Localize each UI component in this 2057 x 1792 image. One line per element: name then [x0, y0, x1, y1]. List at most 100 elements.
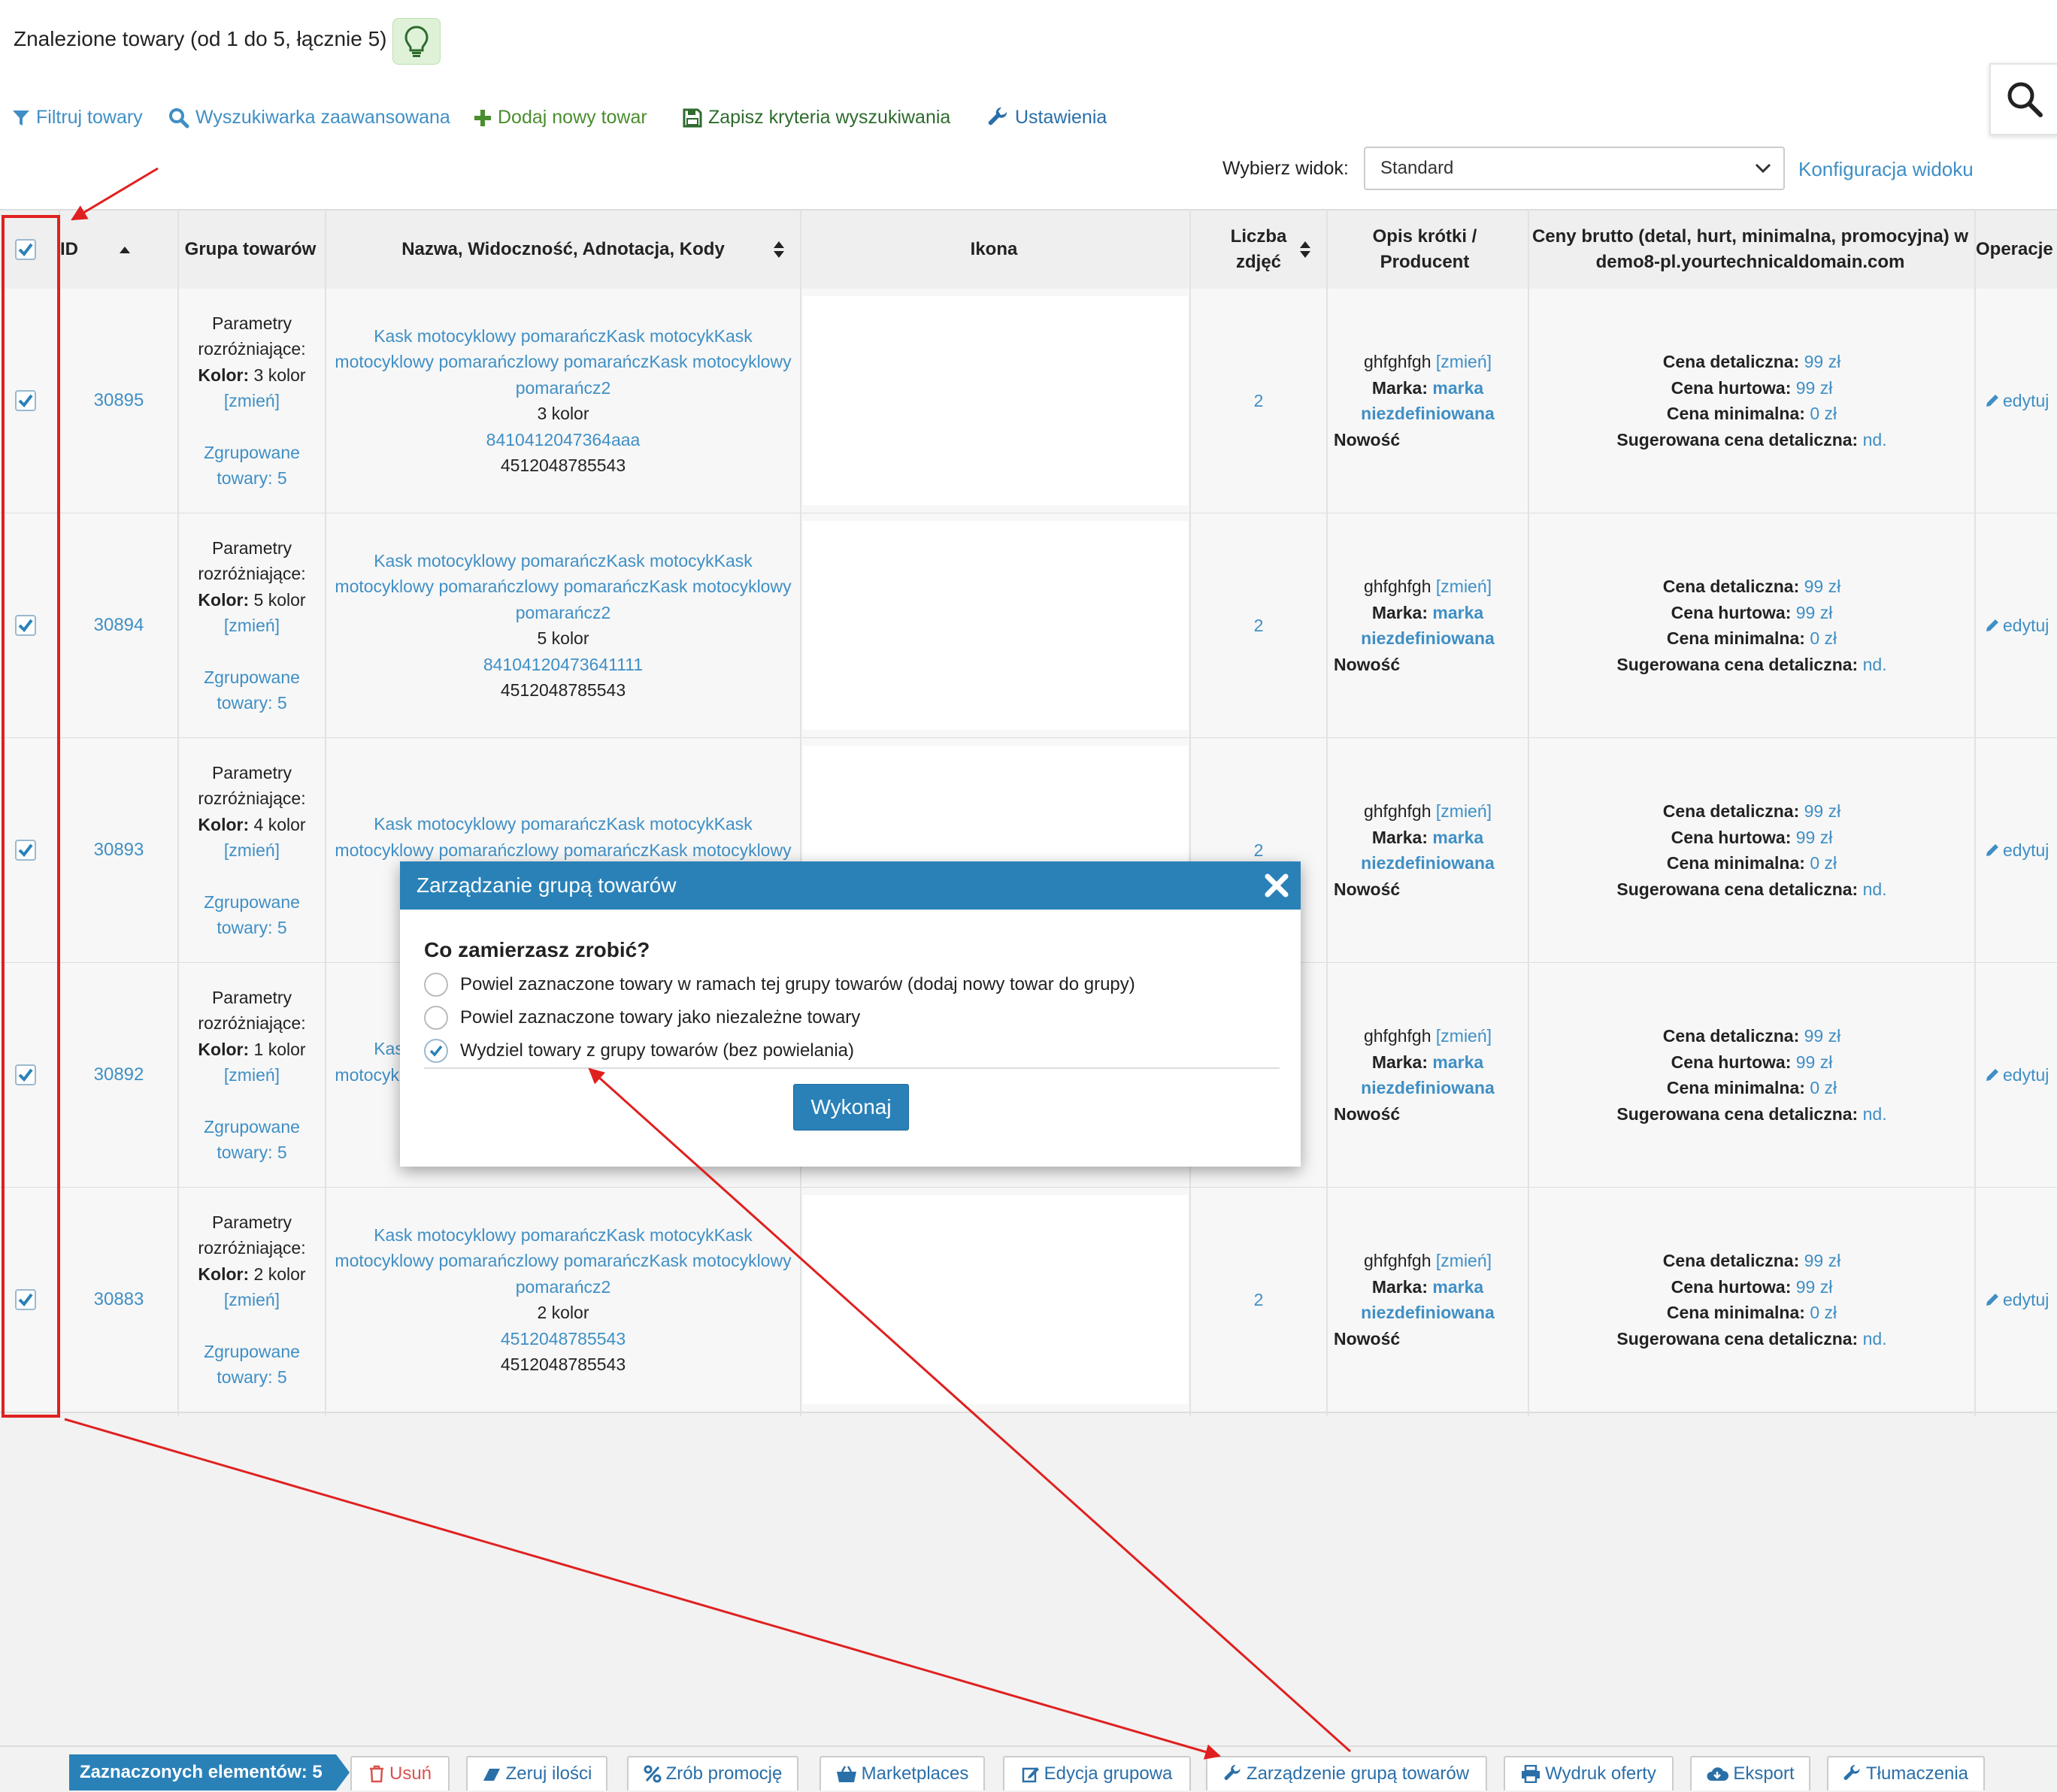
- product-name-link[interactable]: Kask motocyklowy pomarańczKask motocykKa…: [374, 1222, 753, 1249]
- promotion-button[interactable]: Zrób promocję: [627, 1756, 798, 1790]
- retail-price-value[interactable]: 99 zł: [1804, 1026, 1841, 1046]
- product-name-link[interactable]: pomarańcz2: [516, 600, 611, 626]
- brand-link[interactable]: marka: [1432, 1277, 1483, 1297]
- grouped-products-link[interactable]: Zgrupowane: [204, 889, 300, 916]
- product-name-link[interactable]: motocyklowy pomarańczlowy pomarańczKask …: [335, 349, 791, 375]
- advanced-search-link[interactable]: Wyszukiwarka zaawansowana: [168, 107, 450, 129]
- row-checkbox[interactable]: [15, 615, 36, 636]
- filter-products-link[interactable]: Filtruj towary: [12, 107, 143, 129]
- modal-close-button[interactable]: [1260, 869, 1293, 902]
- change-param-link[interactable]: [zmień]: [224, 613, 280, 639]
- change-param-link[interactable]: [zmień]: [224, 1287, 280, 1313]
- brand-link[interactable]: niezdefiniowana: [1361, 850, 1495, 876]
- wholesale-price-value[interactable]: 99 zł: [1796, 828, 1833, 847]
- wholesale-price-value[interactable]: 99 zł: [1796, 603, 1833, 622]
- product-name-link[interactable]: Kask motocyklowy pomarańczKask motocykKa…: [374, 548, 753, 574]
- change-param-link[interactable]: [zmień]: [224, 1062, 280, 1088]
- brand-link[interactable]: marka: [1432, 603, 1483, 622]
- translations-button[interactable]: Tłumaczenia: [1827, 1756, 1985, 1790]
- change-description-link[interactable]: [zmień]: [1436, 1251, 1492, 1270]
- group-management-button[interactable]: Zarządzenie grupą towarów: [1206, 1756, 1487, 1790]
- delete-button[interactable]: Usuń: [350, 1756, 450, 1790]
- retail-price-value[interactable]: 99 zł: [1804, 352, 1841, 371]
- change-description-link[interactable]: [zmień]: [1436, 577, 1492, 596]
- grouped-products-link[interactable]: Zgrupowane: [204, 1114, 300, 1140]
- column-name[interactable]: Nazwa, Widoczność, Adnotacja, Kody: [326, 210, 800, 289]
- row-checkbox[interactable]: [15, 840, 36, 861]
- lightbulb-hint-button[interactable]: [392, 18, 441, 65]
- min-price-value[interactable]: 0 zł: [1810, 853, 1837, 873]
- brand-link[interactable]: niezdefiniowana: [1361, 625, 1495, 652]
- grouped-products-count[interactable]: towary: 5: [217, 465, 286, 492]
- product-id-link[interactable]: 30893: [94, 837, 144, 864]
- select-all-checkbox[interactable]: [15, 239, 36, 260]
- wholesale-price-value[interactable]: 99 zł: [1796, 1052, 1833, 1072]
- product-code-link[interactable]: 8410412047364aaa: [486, 427, 641, 453]
- print-offer-button[interactable]: Wydruk oferty: [1504, 1756, 1674, 1790]
- run-button[interactable]: Wykonaj: [793, 1084, 909, 1131]
- brand-link[interactable]: niezdefiniowana: [1361, 1075, 1495, 1101]
- product-name-link[interactable]: pomarańcz2: [516, 375, 611, 401]
- suggested-price-value[interactable]: nd.: [1863, 879, 1887, 899]
- row-checkbox[interactable]: [15, 390, 36, 411]
- suggested-price-value[interactable]: nd.: [1863, 430, 1887, 450]
- grouped-products-count[interactable]: towary: 5: [217, 1364, 286, 1391]
- product-code-link[interactable]: 84104120473641111: [483, 652, 643, 678]
- suggested-price-value[interactable]: nd.: [1863, 655, 1887, 674]
- brand-link[interactable]: marka: [1432, 378, 1483, 398]
- radio-duplicate-independent[interactable]: [424, 1006, 448, 1030]
- edit-link[interactable]: edytuj: [1985, 1287, 2049, 1313]
- view-select[interactable]: Standard: [1364, 147, 1785, 190]
- add-product-link[interactable]: Dodaj nowy towar: [474, 107, 647, 129]
- photo-count-link[interactable]: 2: [1254, 613, 1264, 639]
- min-price-value[interactable]: 0 zł: [1810, 1078, 1837, 1097]
- grouped-products-link[interactable]: Zgrupowane: [204, 1339, 300, 1365]
- product-name-link[interactable]: Kask motocyklowy pomarańczKask motocykKa…: [374, 323, 753, 350]
- radio-duplicate-in-group[interactable]: [424, 973, 448, 997]
- change-description-link[interactable]: [zmień]: [1436, 801, 1492, 821]
- min-price-value[interactable]: 0 zł: [1810, 404, 1837, 423]
- photo-count-link[interactable]: 2: [1254, 388, 1264, 414]
- zero-quantity-button[interactable]: Zeruj ilości: [466, 1756, 607, 1790]
- edit-link[interactable]: edytuj: [1985, 1062, 2049, 1088]
- retail-price-value[interactable]: 99 zł: [1804, 577, 1841, 596]
- product-id-link[interactable]: 30894: [94, 613, 144, 639]
- change-param-link[interactable]: [zmień]: [224, 837, 280, 864]
- photo-count-link[interactable]: 2: [1254, 837, 1264, 864]
- column-photos[interactable]: Liczba zdjęć: [1191, 210, 1326, 289]
- marketplaces-button[interactable]: Marketplaces: [819, 1756, 985, 1790]
- brand-link[interactable]: niezdefiniowana: [1361, 1300, 1495, 1326]
- row-checkbox[interactable]: [15, 1064, 36, 1085]
- product-id-link[interactable]: 30883: [94, 1287, 144, 1313]
- product-name-link[interactable]: pomarańcz2: [516, 1274, 611, 1300]
- column-id[interactable]: ID: [60, 210, 158, 289]
- suggested-price-value[interactable]: nd.: [1863, 1329, 1887, 1349]
- grouped-products-count[interactable]: towary: 5: [217, 690, 286, 716]
- min-price-value[interactable]: 0 zł: [1810, 1303, 1837, 1322]
- brand-link[interactable]: marka: [1432, 1052, 1483, 1072]
- export-button[interactable]: Eksport: [1690, 1756, 1810, 1790]
- product-name-link[interactable]: motocyklowy pomarańczlowy pomarańczKask …: [335, 837, 791, 864]
- option-extract-from-group[interactable]: Wydziel towary z grupy towarów (bez powi…: [424, 1039, 854, 1063]
- retail-price-value[interactable]: 99 zł: [1804, 1251, 1841, 1270]
- radio-extract-from-group[interactable]: [424, 1039, 448, 1063]
- suggested-price-value[interactable]: nd.: [1863, 1104, 1887, 1124]
- retail-price-value[interactable]: 99 zł: [1804, 801, 1841, 821]
- edit-link[interactable]: edytuj: [1985, 388, 2049, 414]
- grouped-products-link[interactable]: Zgrupowane: [204, 440, 300, 466]
- global-search-button[interactable]: [1989, 63, 2057, 135]
- brand-link[interactable]: niezdefiniowana: [1361, 401, 1495, 427]
- photo-count-link[interactable]: 2: [1254, 1287, 1264, 1313]
- bulk-edit-button[interactable]: Edycja grupowa: [1003, 1756, 1191, 1790]
- brand-link[interactable]: marka: [1432, 828, 1483, 847]
- row-checkbox[interactable]: [15, 1289, 36, 1310]
- settings-link[interactable]: Ustawienia: [988, 107, 1107, 129]
- change-description-link[interactable]: [zmień]: [1436, 1026, 1492, 1046]
- wholesale-price-value[interactable]: 99 zł: [1796, 378, 1833, 398]
- grouped-products-link[interactable]: Zgrupowane: [204, 664, 300, 691]
- product-code-link[interactable]: 4512048785543: [501, 1326, 626, 1352]
- min-price-value[interactable]: 0 zł: [1810, 628, 1837, 648]
- wholesale-price-value[interactable]: 99 zł: [1796, 1277, 1833, 1297]
- save-search-criteria-link[interactable]: Zapisz kryteria wyszukiwania: [683, 107, 950, 129]
- option-duplicate-in-group[interactable]: Powiel zaznaczone towary w ramach tej gr…: [424, 973, 1135, 997]
